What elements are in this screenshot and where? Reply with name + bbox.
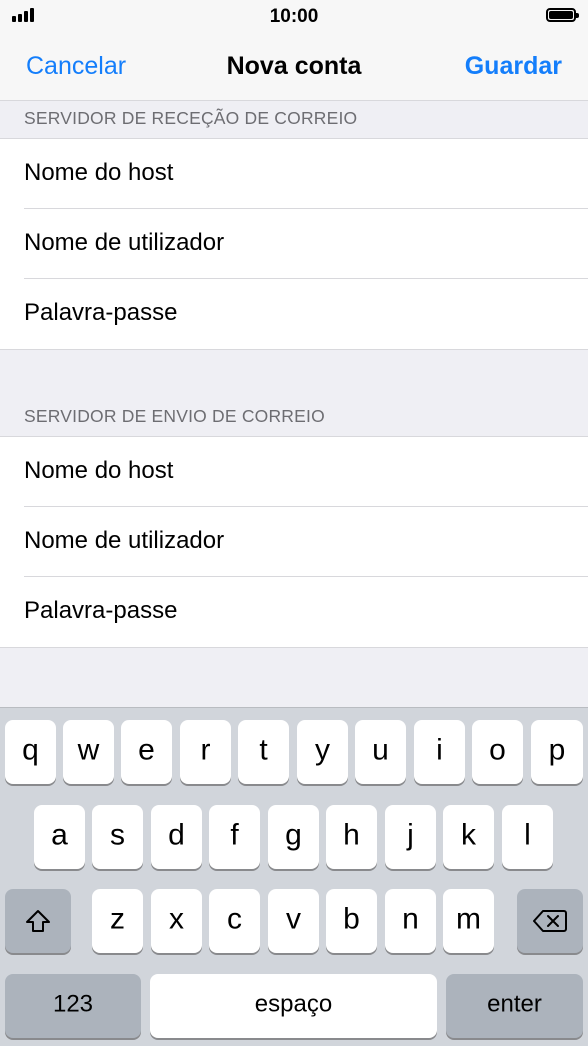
- outgoing-username-field[interactable]: Nome de utilizador: [0, 507, 588, 577]
- key-x[interactable]: x: [151, 889, 202, 953]
- key-r[interactable]: r: [180, 720, 231, 784]
- outgoing-server-group: Nome do host Nome de utilizador Palavra-…: [0, 436, 588, 648]
- incoming-password-placeholder: Palavra-passe: [24, 299, 178, 326]
- key-n[interactable]: n: [385, 889, 436, 953]
- incoming-server-header: SERVIDOR DE RECEÇÃO DE CORREIO: [24, 108, 358, 128]
- outgoing-password-field[interactable]: Palavra-passe: [0, 577, 588, 647]
- shift-key[interactable]: [5, 889, 71, 953]
- key-v[interactable]: v: [268, 889, 319, 953]
- enter-key[interactable]: enter: [446, 974, 583, 1038]
- key-e[interactable]: e: [121, 720, 172, 784]
- shift-icon: [26, 910, 50, 932]
- key-g[interactable]: g: [268, 805, 319, 869]
- key-c[interactable]: c: [209, 889, 260, 953]
- key-i[interactable]: i: [414, 720, 465, 784]
- outgoing-password-placeholder: Palavra-passe: [24, 597, 178, 624]
- keyboard: q w e r t y u i o p a s d f g h j k l z …: [0, 707, 588, 1046]
- key-p[interactable]: p: [531, 720, 583, 784]
- key-s[interactable]: s: [92, 805, 143, 869]
- key-t[interactable]: t: [238, 720, 289, 784]
- navigation-bar: Cancelar Nova conta Guardar: [0, 34, 588, 101]
- key-a[interactable]: a: [34, 805, 85, 869]
- space-key[interactable]: espaço: [150, 974, 437, 1038]
- key-z[interactable]: z: [92, 889, 143, 953]
- incoming-username-field[interactable]: Nome de utilizador: [0, 209, 588, 279]
- outgoing-server-header: SERVIDOR DE ENVIO DE CORREIO: [24, 406, 325, 426]
- numbers-key[interactable]: 123: [5, 974, 141, 1038]
- incoming-username-placeholder: Nome de utilizador: [24, 229, 225, 256]
- key-b[interactable]: b: [326, 889, 377, 953]
- key-j[interactable]: j: [385, 805, 436, 869]
- backspace-icon: [533, 910, 567, 932]
- key-d[interactable]: d: [151, 805, 202, 869]
- key-y[interactable]: y: [297, 720, 348, 784]
- incoming-hostname-field[interactable]: Nome do host: [0, 139, 588, 209]
- outgoing-username-placeholder: Nome de utilizador: [24, 527, 225, 554]
- key-f[interactable]: f: [209, 805, 260, 869]
- battery-icon: [546, 8, 579, 22]
- key-k[interactable]: k: [443, 805, 494, 869]
- key-w[interactable]: w: [63, 720, 114, 784]
- save-button[interactable]: Guardar: [465, 52, 562, 81]
- outgoing-hostname-field[interactable]: Nome do host: [0, 437, 588, 507]
- delete-key[interactable]: [517, 889, 583, 953]
- outgoing-hostname-placeholder: Nome do host: [24, 457, 174, 484]
- key-u[interactable]: u: [355, 720, 406, 784]
- key-m[interactable]: m: [443, 889, 494, 953]
- key-h[interactable]: h: [326, 805, 377, 869]
- key-l[interactable]: l: [502, 805, 553, 869]
- key-o[interactable]: o: [472, 720, 523, 784]
- cancel-button[interactable]: Cancelar: [26, 52, 126, 81]
- incoming-hostname-placeholder: Nome do host: [24, 159, 174, 186]
- incoming-server-group: Nome do host Nome de utilizador Palavra-…: [0, 138, 588, 350]
- status-time: 10:00: [269, 6, 319, 27]
- key-q[interactable]: q: [5, 720, 56, 784]
- incoming-password-field[interactable]: Palavra-passe: [0, 279, 588, 349]
- status-bar: 10:00: [0, 0, 588, 34]
